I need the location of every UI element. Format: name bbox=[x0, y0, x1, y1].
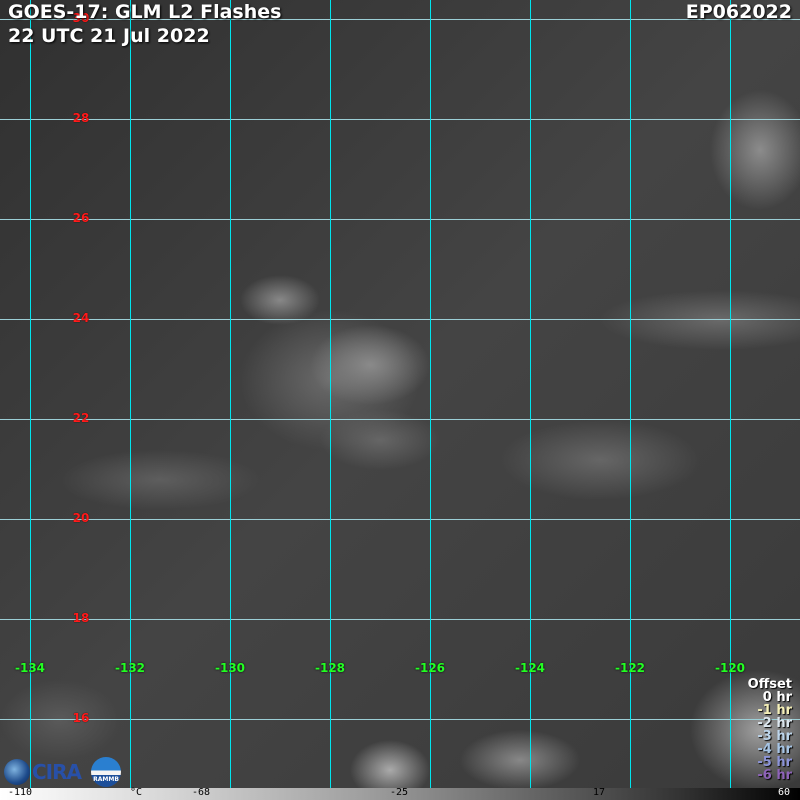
colorbar-tick: 17 bbox=[593, 787, 606, 798]
logos: CIRA RAMMB bbox=[4, 756, 121, 788]
timestamp: 22 UTC 21 Jul 2022 bbox=[8, 25, 210, 47]
latitude-line bbox=[0, 619, 800, 620]
colorbar-tick: °C bbox=[130, 787, 143, 798]
longitude-label: -134 bbox=[14, 661, 46, 675]
offset-legend: Offset 0 hr -1 hr -2 hr -3 hr -4 hr -5 hr -6 h… bbox=[748, 678, 792, 782]
colorbar-tick: -25 bbox=[390, 787, 409, 798]
rammb-logo: RAMMB bbox=[91, 757, 121, 787]
latitude-line bbox=[0, 719, 800, 720]
latitude-line bbox=[0, 119, 800, 120]
longitude-label: -132 bbox=[114, 661, 146, 675]
latitude-label: 26 bbox=[72, 211, 90, 225]
latitude-line bbox=[0, 419, 800, 420]
cira-logo: CIRA bbox=[32, 760, 82, 784]
satellite-map: 30 28 26 24 22 20 18 16 -134 -132 -130 -128 -126 -124… bbox=[0, 0, 800, 800]
legend-item: -6 hr bbox=[757, 768, 792, 783]
latitude-label: 18 bbox=[72, 611, 90, 625]
cira-globe-logo bbox=[4, 759, 30, 785]
latitude-line bbox=[0, 519, 800, 520]
latitude-label: 20 bbox=[72, 511, 90, 525]
colorbar-tick: -68 bbox=[192, 787, 211, 798]
longitude-label: -124 bbox=[514, 661, 546, 675]
product-title: GOES-17: GLM L2 Flashes bbox=[8, 1, 282, 23]
colorbar-tick: 60 bbox=[778, 787, 791, 798]
latitude-label: 28 bbox=[72, 111, 90, 125]
longitude-label: -122 bbox=[614, 661, 646, 675]
temperature-colorbar: -110 °C -68 -25 17 60 bbox=[0, 787, 800, 800]
latitude-line bbox=[0, 219, 800, 220]
latitude-line bbox=[0, 319, 800, 320]
latitude-label: 16 bbox=[72, 711, 90, 725]
rammb-logo-text: RAMMB bbox=[93, 776, 119, 783]
longitude-label: -130 bbox=[214, 661, 246, 675]
latitude-label: 22 bbox=[72, 411, 90, 425]
storm-id: EP062022 bbox=[685, 1, 792, 23]
longitude-label: -126 bbox=[414, 661, 446, 675]
latitude-label: 24 bbox=[72, 311, 90, 325]
longitude-label: -128 bbox=[314, 661, 346, 675]
longitude-label: -120 bbox=[714, 661, 746, 675]
colorbar-tick: -110 bbox=[8, 787, 33, 798]
